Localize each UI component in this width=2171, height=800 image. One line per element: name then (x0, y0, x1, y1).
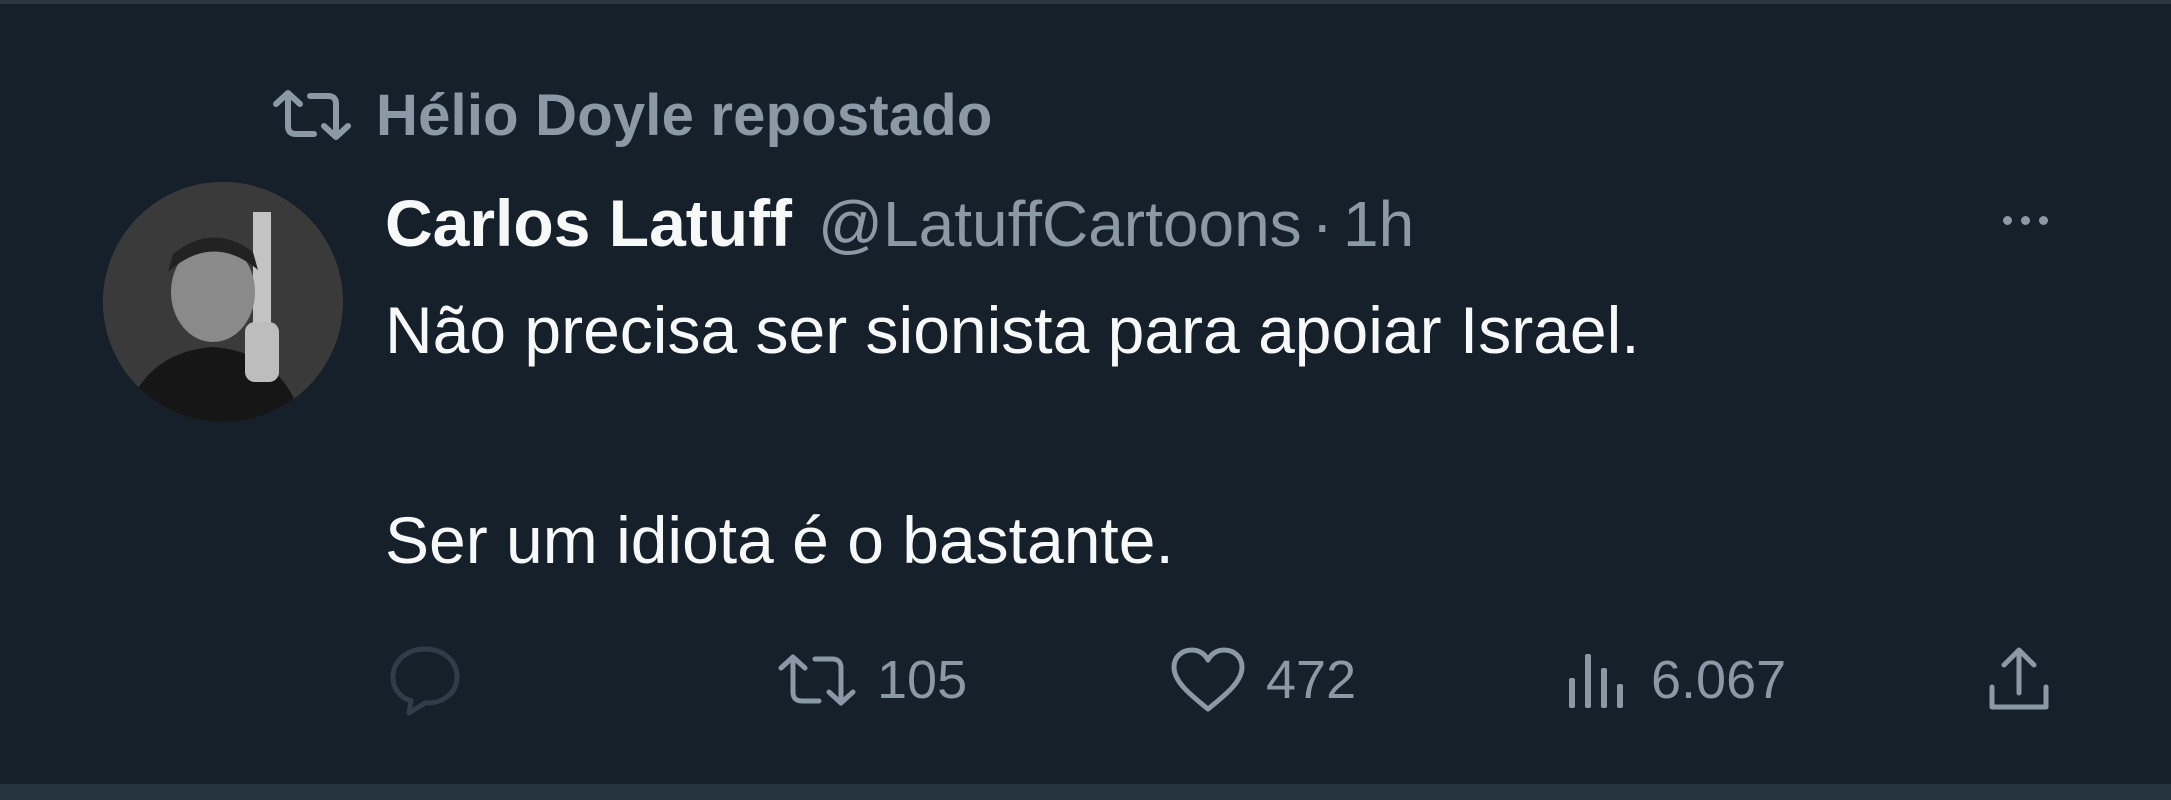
like-button[interactable]: 472 (1168, 640, 1356, 720)
more-horizontal-icon (2002, 215, 2048, 225)
top-divider (0, 0, 2171, 4)
heart-icon (1168, 645, 1248, 715)
repost-count: 105 (877, 650, 968, 710)
views-icon (1563, 648, 1633, 712)
views-count: 6.067 (1651, 650, 1787, 710)
reply-button[interactable] (385, 640, 465, 720)
repost-icon (270, 90, 354, 140)
views-button[interactable]: 6.067 (1563, 640, 1786, 720)
separator-dot: · (1311, 188, 1333, 260)
repost-button[interactable]: 105 (775, 640, 967, 720)
author-line: Carlos Latuff @LatuffCartoons · 1h (385, 185, 1414, 265)
share-icon (1982, 643, 2056, 717)
tweet-text: Não precisa ser sionista para apoiar Isr… (385, 290, 2085, 580)
author-handle[interactable]: @LatuffCartoons (818, 187, 1302, 261)
tweet-line: Não precisa ser sionista para apoiar Isr… (385, 293, 1640, 367)
repost-header[interactable]: Hélio Doyle repostado (270, 80, 993, 150)
more-button[interactable] (1985, 200, 2065, 240)
repost-label[interactable]: Hélio Doyle repostado (376, 82, 993, 149)
tweet-card: Hélio Doyle repostado Carlos Latuff @Lat… (0, 0, 2171, 800)
like-count: 472 (1266, 650, 1357, 710)
timestamp[interactable]: 1h (1343, 187, 1414, 261)
reply-icon (385, 643, 465, 717)
avatar-image (103, 182, 343, 422)
share-button[interactable] (1982, 640, 2056, 720)
tweet-line: Ser um idiota é o bastante. (385, 503, 1174, 577)
author-name[interactable]: Carlos Latuff (385, 185, 792, 261)
bottom-divider (0, 784, 2171, 800)
avatar[interactable] (103, 182, 343, 422)
repost-icon (775, 652, 859, 708)
